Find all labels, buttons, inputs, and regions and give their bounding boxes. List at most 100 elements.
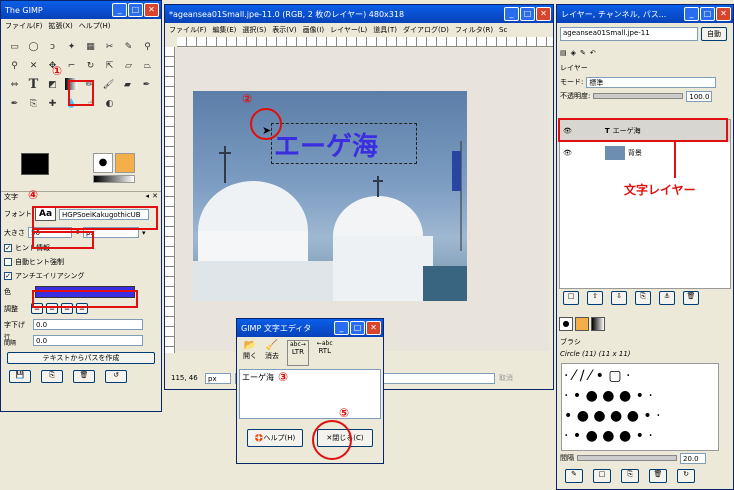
picker-icon[interactable]: ⚲ xyxy=(138,37,157,56)
brush-grid[interactable]: · ⁄ ∕ ⁄ • ▢ · · • ● ● ● • · • ● ● ● ● • … xyxy=(561,363,719,451)
close-icon[interactable]: ✕ xyxy=(366,321,381,335)
new-layer-icon[interactable]: □ xyxy=(563,291,579,305)
magnify-icon[interactable]: ⚲ xyxy=(5,56,24,75)
menu-tools[interactable]: 道具(T) xyxy=(373,25,397,35)
menu-help[interactable]: ヘルプ(H) xyxy=(79,21,111,31)
clone-icon[interactable]: ⎘ xyxy=(24,94,43,113)
help-button[interactable]: 🛟ヘルプ(H) xyxy=(247,429,303,447)
new-brush-icon[interactable]: □ xyxy=(593,469,611,483)
close-icon[interactable]: ✕ xyxy=(144,3,159,17)
duplicate-brush-icon[interactable]: ⎘ xyxy=(621,469,639,483)
layers-tab-icon[interactable]: ▤ xyxy=(560,49,567,57)
indent-input[interactable]: 0.0 xyxy=(33,319,143,330)
scale-icon[interactable]: ⇱ xyxy=(100,56,119,75)
dodge-icon[interactable]: ◐ xyxy=(100,94,119,113)
menu-layer[interactable]: レイヤー(L) xyxy=(330,25,367,35)
lower-layer-icon[interactable]: ⇩ xyxy=(611,291,627,305)
color-select-icon[interactable]: ▦ xyxy=(81,37,100,56)
unit-select[interactable]: px xyxy=(205,372,231,384)
spacing-input[interactable]: 0.0 xyxy=(33,335,143,346)
menu-extensions[interactable]: 拡張(X) xyxy=(49,21,73,31)
image-titlebar[interactable]: *ageansea01Small.jpe-11.0 (RGB, 2 枚のレイヤー… xyxy=(165,5,553,23)
raise-layer-icon[interactable]: ⇧ xyxy=(587,291,603,305)
opacity-input[interactable]: 100.0 xyxy=(686,90,713,102)
text-tool-icon[interactable]: T xyxy=(24,75,43,94)
autohint-checkbox[interactable] xyxy=(4,258,12,266)
panel-close-icon[interactable]: ✕ xyxy=(152,192,158,200)
restore-options-icon[interactable]: ⎘ xyxy=(41,370,63,383)
shear-icon[interactable]: ▱ xyxy=(119,56,138,75)
menu-dialogs[interactable]: ダイアログ(D) xyxy=(403,25,449,35)
flip-icon[interactable]: ⇔ xyxy=(5,75,24,94)
delete-layer-icon[interactable]: 🗑 xyxy=(683,291,699,305)
crop-icon[interactable]: ⌐ xyxy=(62,56,81,75)
maximize-icon[interactable]: □ xyxy=(350,321,365,335)
maximize-icon[interactable]: □ xyxy=(700,7,715,21)
image-select[interactable]: ageansea01Small.jpe-11 xyxy=(560,27,698,41)
perspective-icon[interactable]: ⏢ xyxy=(138,56,157,75)
menu-select[interactable]: 選択(S) xyxy=(242,25,266,35)
anchor-layer-icon[interactable]: ⚓ xyxy=(659,291,675,305)
minimize-icon[interactable]: _ xyxy=(112,3,127,17)
brush-spacing-input[interactable]: 20.0 xyxy=(680,452,706,464)
auto-button[interactable]: 自動 xyxy=(701,27,727,41)
reset-options-icon[interactable]: ↺ xyxy=(105,370,127,383)
cancel-button[interactable]: 取消 xyxy=(499,373,513,383)
eye-icon[interactable]: 👁 xyxy=(563,149,572,157)
text-editor-titlebar[interactable]: GIMP 文字エディタ _ □ ✕ xyxy=(237,319,383,337)
lasso-icon[interactable]: ↄ xyxy=(43,37,62,56)
mode-select[interactable]: 標準 xyxy=(586,76,717,88)
pattern-preview[interactable] xyxy=(115,153,135,173)
refresh-brush-icon[interactable]: ↻ xyxy=(677,469,695,483)
layer-row[interactable]: 👁 背景 xyxy=(560,142,730,164)
brush-icon[interactable]: 🖌 xyxy=(99,75,118,94)
fg-color-swatch[interactable] xyxy=(21,153,49,175)
eraser-icon[interactable]: ▰ xyxy=(118,75,137,94)
pattern-tab-icon[interactable] xyxy=(575,317,589,331)
maximize-icon[interactable]: □ xyxy=(520,7,535,21)
channels-tab-icon[interactable]: ◈ xyxy=(571,49,576,57)
menu-file[interactable]: ファイル(F) xyxy=(169,25,207,35)
menu-view[interactable]: 表示(V) xyxy=(272,25,296,35)
ellipse-select-icon[interactable]: ◯ xyxy=(24,37,43,56)
ink-icon[interactable]: ✒ xyxy=(5,94,24,113)
measure-icon[interactable]: ✕ xyxy=(24,56,43,75)
fuzzy-select-icon[interactable]: ✦ xyxy=(62,37,81,56)
brush-tab-icon[interactable]: ● xyxy=(559,317,573,331)
top-ruler[interactable] xyxy=(177,37,553,47)
close-icon[interactable]: ✕ xyxy=(536,7,551,21)
minimize-icon[interactable]: _ xyxy=(684,7,699,21)
edit-brush-icon[interactable]: ✎ xyxy=(565,469,583,483)
gradient-preview[interactable] xyxy=(93,175,135,183)
rtl-button[interactable]: ←abc RTL xyxy=(317,340,333,366)
delete-options-icon[interactable]: 🗑 xyxy=(73,370,95,383)
hinting-checkbox[interactable]: ✓ xyxy=(4,244,12,252)
brush-spacing-slider[interactable] xyxy=(577,455,677,461)
maximize-icon[interactable]: □ xyxy=(128,3,143,17)
paths-tab-icon[interactable]: ✎ xyxy=(580,49,586,57)
save-options-icon[interactable]: 💾 xyxy=(9,370,31,383)
open-button[interactable]: 📂 開く xyxy=(243,340,257,366)
menu-script[interactable]: Sc xyxy=(499,26,507,34)
rotate-icon[interactable]: ↻ xyxy=(81,56,100,75)
menu-edit[interactable]: 編集(E) xyxy=(213,25,237,35)
minimize-icon[interactable]: _ xyxy=(334,321,349,335)
paths-icon[interactable]: ✎ xyxy=(119,37,138,56)
minimize-icon[interactable]: _ xyxy=(504,7,519,21)
duplicate-layer-icon[interactable]: ⎘ xyxy=(635,291,651,305)
text-to-path-button[interactable]: テキストからパスを作成 xyxy=(7,352,155,364)
antialias-checkbox[interactable]: ✓ xyxy=(4,272,12,280)
clear-button[interactable]: 🧹 消去 xyxy=(265,340,279,366)
brush-preview-icon[interactable]: ● xyxy=(93,153,113,173)
menu-filters[interactable]: フィルタ(R) xyxy=(455,25,493,35)
menu-image[interactable]: 画像(I) xyxy=(303,25,325,35)
panel-menu-icon[interactable]: ◂ xyxy=(145,192,149,200)
left-ruler[interactable] xyxy=(165,47,175,353)
text-editor-area[interactable]: エーゲ海 xyxy=(239,369,381,419)
gradient-tab-icon[interactable] xyxy=(591,317,605,331)
layers-titlebar[interactable]: レイヤー, チャンネル, パス... _ □ ✕ xyxy=(557,5,733,23)
undo-tab-icon[interactable]: ↶ xyxy=(590,49,596,57)
rect-select-icon[interactable]: ▭ xyxy=(5,37,24,56)
ltr-button[interactable]: abc→ LTR xyxy=(287,340,309,366)
delete-brush-icon[interactable]: 🗑 xyxy=(649,469,667,483)
